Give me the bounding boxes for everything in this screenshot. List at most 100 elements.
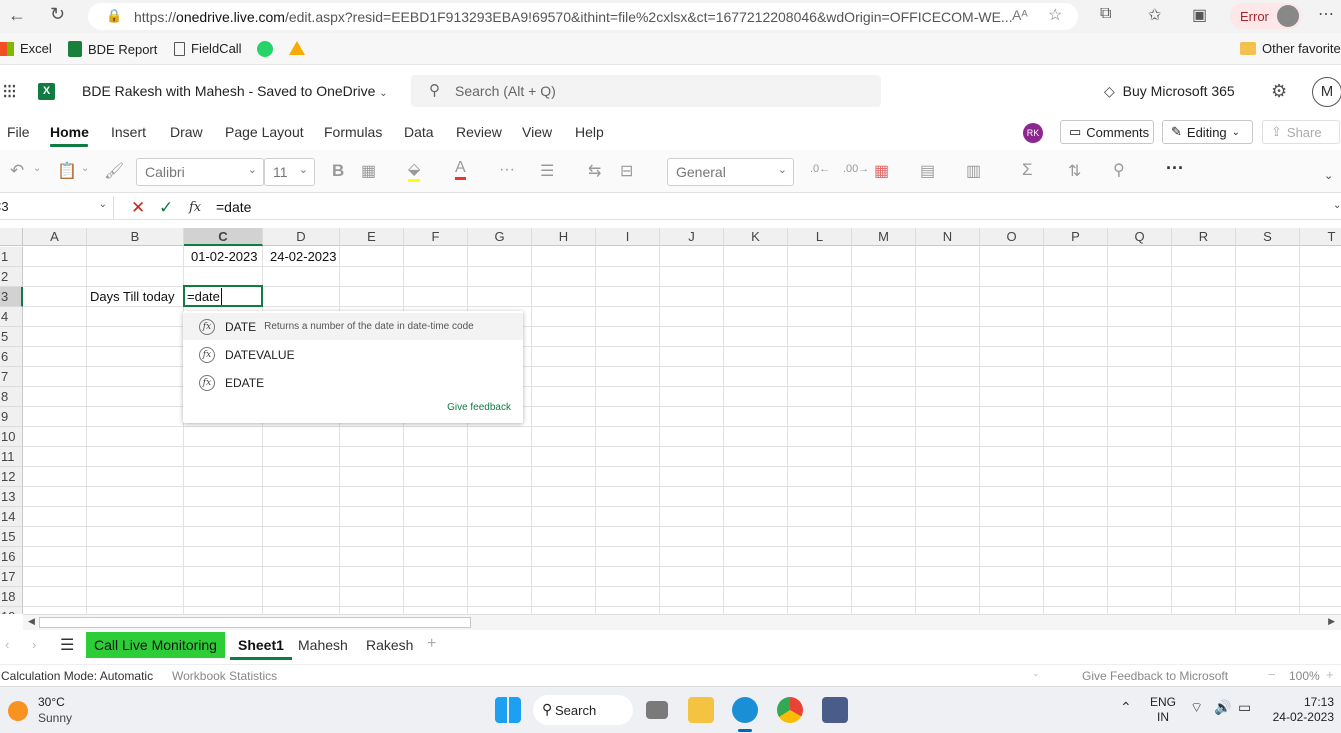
- font-size-select[interactable]: 11 ⌄: [264, 158, 315, 186]
- row-header-16[interactable]: 16: [0, 547, 23, 567]
- increase-decimal-icon[interactable]: .0←: [810, 163, 830, 175]
- suggestion-datevalue[interactable]: fx DATEVALUE: [183, 341, 523, 368]
- task-view-icon[interactable]: [646, 701, 668, 719]
- row-header-8[interactable]: 8: [0, 387, 23, 407]
- row-header-4[interactable]: 4: [0, 307, 23, 327]
- tab-view[interactable]: View: [522, 124, 552, 140]
- column-header-b[interactable]: B: [87, 228, 184, 246]
- weather-widget[interactable]: 30°C Sunny: [6, 693, 96, 729]
- settings-gear-icon[interactable]: ⚙: [1271, 81, 1287, 102]
- column-header-q[interactable]: Q: [1108, 228, 1172, 246]
- row-header-15[interactable]: 15: [0, 527, 23, 547]
- row-header-18[interactable]: 18: [0, 587, 23, 607]
- user-initials-badge[interactable]: RK: [1023, 123, 1043, 143]
- scroll-left-icon[interactable]: ◀: [28, 616, 35, 627]
- tab-home[interactable]: Home: [50, 124, 89, 140]
- column-header-l[interactable]: L: [788, 228, 852, 246]
- column-header-n[interactable]: N: [916, 228, 980, 246]
- name-box[interactable]: C3 ⌄: [0, 196, 114, 220]
- favorite-star-icon[interactable]: ☆: [1048, 5, 1062, 25]
- other-favorites[interactable]: Other favorites: [1240, 41, 1341, 56]
- buy-microsoft-365-button[interactable]: ◇ Buy Microsoft 365: [1104, 83, 1235, 100]
- clock[interactable]: 17:13 24-02-2023: [1270, 695, 1334, 725]
- insert-function-icon[interactable]: fx: [189, 200, 201, 215]
- undo-icon[interactable]: ↶: [10, 161, 24, 181]
- give-feedback-link[interactable]: Give feedback: [447, 402, 511, 413]
- format-painter-icon[interactable]: 🖌: [104, 161, 124, 181]
- active-cell-c3[interactable]: =date: [183, 285, 263, 307]
- row-header-5[interactable]: 5: [0, 327, 23, 347]
- chrome-icon[interactable]: [777, 697, 803, 723]
- column-header-e[interactable]: E: [340, 228, 404, 246]
- sheet-tab-rakesh[interactable]: Rakesh: [358, 632, 421, 658]
- more-icon[interactable]: ⋯: [1318, 4, 1334, 24]
- row-header-2[interactable]: 2: [0, 267, 23, 287]
- tab-file[interactable]: File: [7, 124, 30, 140]
- column-header-d[interactable]: D: [263, 228, 340, 246]
- row-header-3[interactable]: 3: [0, 287, 23, 307]
- align-icon[interactable]: ☰: [540, 161, 554, 181]
- app-launcher-icon[interactable]: ⁝⁝⁝: [2, 79, 17, 104]
- format-table-icon[interactable]: ▥: [966, 161, 981, 181]
- share-button[interactable]: ⇪ Share: [1262, 120, 1340, 144]
- start-button[interactable]: [495, 697, 521, 723]
- row-header-11[interactable]: 11: [0, 447, 23, 467]
- sort-filter-icon[interactable]: ⇅: [1068, 161, 1081, 181]
- conditional-format-icon[interactable]: ▤: [920, 161, 935, 181]
- tab-review[interactable]: Review: [456, 124, 502, 140]
- next-sheet-icon[interactable]: ›: [32, 637, 36, 652]
- cancel-icon[interactable]: ✕: [131, 198, 145, 218]
- formula-input[interactable]: =date: [216, 199, 251, 215]
- favorites-icon[interactable]: ✩: [1148, 5, 1161, 25]
- comments-button[interactable]: ▭ Comments: [1060, 120, 1154, 144]
- column-header-k[interactable]: K: [724, 228, 788, 246]
- language-indicator[interactable]: ENG IN: [1150, 695, 1176, 725]
- calculator-icon[interactable]: [822, 697, 848, 723]
- column-header-r[interactable]: R: [1172, 228, 1236, 246]
- more-options-icon[interactable]: ···: [1166, 158, 1184, 179]
- tab-help[interactable]: Help: [575, 124, 604, 140]
- tab-draw[interactable]: Draw: [170, 124, 203, 140]
- bold-button[interactable]: B: [332, 161, 344, 181]
- sheet-tab-mahesh[interactable]: Mahesh: [290, 632, 356, 658]
- sheet-tab-sheet1[interactable]: Sheet1: [230, 632, 292, 660]
- taskbar-search[interactable]: ⚲ Search: [533, 695, 633, 725]
- zoom-in-icon[interactable]: +: [1326, 667, 1334, 682]
- column-header-s[interactable]: S: [1236, 228, 1300, 246]
- editing-mode-button[interactable]: ✎ Editing ⌄: [1162, 120, 1253, 144]
- file-explorer-icon[interactable]: [688, 697, 714, 723]
- paste-icon[interactable]: 📋: [57, 161, 77, 181]
- enter-check-icon[interactable]: ✓: [159, 198, 173, 218]
- tab-page-layout[interactable]: Page Layout: [225, 124, 304, 140]
- find-icon[interactable]: ⚲: [1113, 160, 1125, 180]
- search-box[interactable]: ⚲ Search (Alt + Q): [411, 75, 881, 107]
- insert-cells-icon[interactable]: ▦: [874, 161, 889, 181]
- tab-formulas[interactable]: Formulas: [324, 124, 382, 140]
- account-avatar[interactable]: M: [1312, 77, 1341, 107]
- row-header-6[interactable]: 6: [0, 347, 23, 367]
- suggestion-date[interactable]: fx DATE Returns a number of the date in …: [183, 313, 523, 340]
- autosum-icon[interactable]: Σ: [1022, 160, 1033, 180]
- give-feedback-microsoft[interactable]: Give Feedback to Microsoft: [1082, 669, 1228, 683]
- column-header-c[interactable]: C: [184, 228, 263, 246]
- row-header-9[interactable]: 9: [0, 407, 23, 427]
- row-header-10[interactable]: 10: [0, 427, 23, 447]
- horizontal-scrollbar[interactable]: ◀ ▶: [23, 614, 1341, 630]
- add-sheet-icon[interactable]: +: [427, 635, 436, 653]
- decrease-decimal-icon[interactable]: .00→: [843, 163, 869, 175]
- font-color-icon[interactable]: A: [455, 159, 466, 180]
- whatsapp-icon[interactable]: [257, 41, 273, 57]
- read-aloud-icon[interactable]: Aᴬ: [1012, 7, 1028, 23]
- extensions-icon[interactable]: ⧉: [1100, 5, 1111, 23]
- formula-expand-icon[interactable]: ⌄: [1333, 200, 1341, 211]
- column-header-p[interactable]: P: [1044, 228, 1108, 246]
- wrap-text-icon[interactable]: ⇆: [588, 161, 601, 181]
- all-sheets-menu-icon[interactable]: ☰: [60, 635, 74, 655]
- row-header-1[interactable]: 1: [0, 247, 23, 267]
- profile-error-button[interactable]: Error: [1230, 3, 1302, 29]
- cell-c3-editor[interactable]: =date: [187, 288, 222, 305]
- edge-icon[interactable]: [732, 697, 758, 723]
- workbook-statistics-button[interactable]: Workbook Statistics: [172, 669, 277, 683]
- cell-d1[interactable]: 24-02-2023: [270, 247, 337, 267]
- suggestion-edate[interactable]: fx EDATE: [183, 369, 523, 396]
